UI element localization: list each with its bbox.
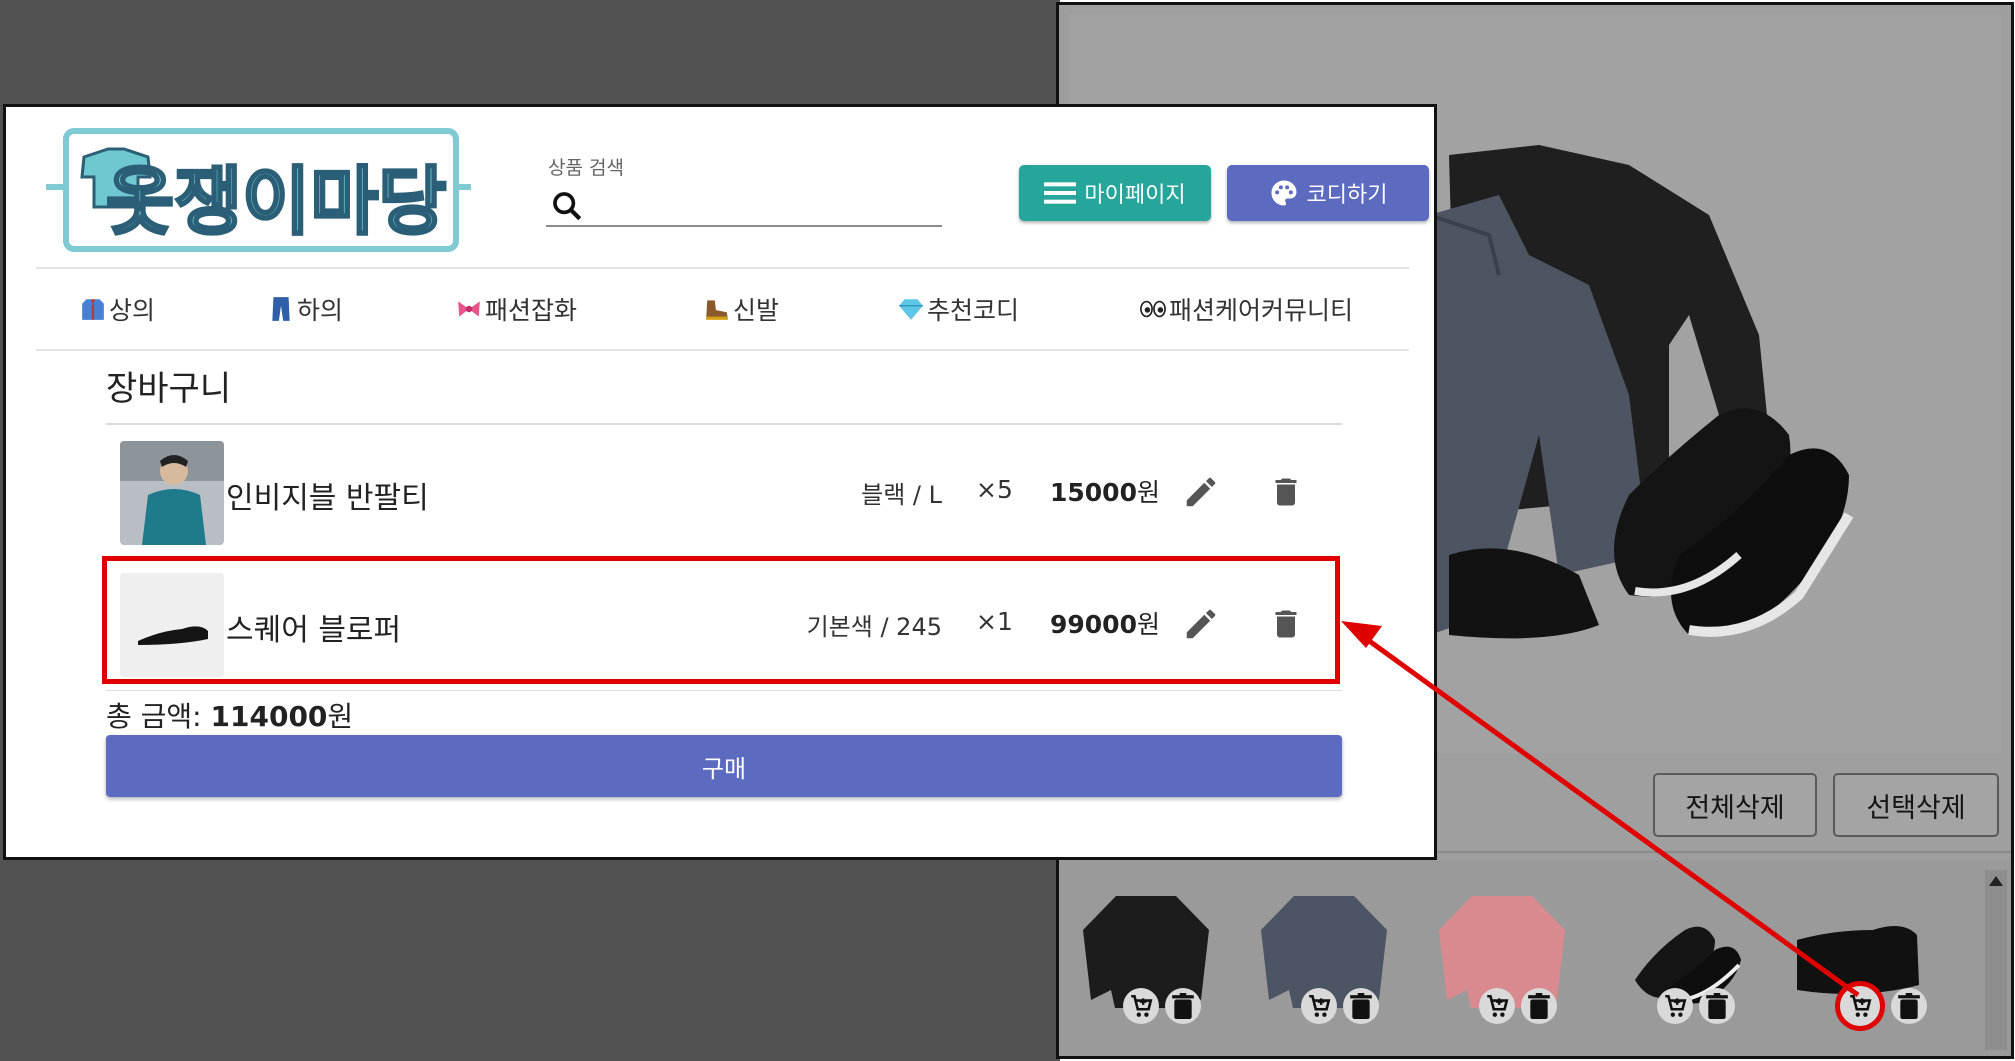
- delete-selected-button[interactable]: 선택삭제: [1833, 773, 1999, 837]
- coordi-label: 코디하기: [1306, 183, 1388, 208]
- cart-row: 인비지블 반팔티 블랙 / L ×5 15000원: [106, 429, 1342, 559]
- shirt-icon: [82, 299, 104, 320]
- total-value: 114000: [210, 700, 328, 733]
- buy-button[interactable]: 구매: [106, 735, 1342, 797]
- add-to-cart-icon[interactable]: [1835, 981, 1885, 1031]
- eyes-icon: [1140, 300, 1166, 318]
- thumb-black-sneakers[interactable]: [1605, 890, 1755, 1030]
- site-logo[interactable]: 옷쟁이마당: [46, 127, 471, 254]
- coordi-item-strip: [1059, 860, 2011, 1056]
- search-icon: [553, 192, 582, 221]
- total-label: 총 금액:: [106, 700, 211, 733]
- search-field[interactable]: [546, 185, 942, 227]
- search-label: 상품 검색: [548, 157, 624, 179]
- ribbon-icon: [458, 301, 480, 317]
- delete-icon[interactable]: [1891, 988, 1927, 1024]
- site-header: 옷쟁이마당 상품 검색 마이페이지 코디하기: [6, 107, 1434, 267]
- nav-item-recommended[interactable]: 추천코디: [898, 291, 1019, 327]
- add-to-cart-icon[interactable]: [1657, 988, 1693, 1024]
- delete-icon[interactable]: [1521, 988, 1557, 1024]
- thumb-pink-sweatshirt[interactable]: [1427, 890, 1577, 1030]
- nav-item-accessories[interactable]: 패션잡화: [456, 291, 577, 327]
- logo-image: 옷쟁이마당: [46, 128, 471, 252]
- delete-all-button[interactable]: 전체삭제: [1653, 773, 1817, 837]
- product-price: 15000원: [1050, 473, 1160, 509]
- delete-icon[interactable]: [1268, 473, 1304, 515]
- product-quantity: ×5: [976, 475, 1013, 504]
- nav-label: 상의: [109, 296, 156, 325]
- nav-label: 하의: [297, 296, 344, 325]
- svg-text:옷쟁이마당: 옷쟁이마당: [106, 159, 446, 245]
- product-thumbnail[interactable]: [120, 441, 224, 545]
- edit-icon[interactable]: [1182, 473, 1220, 515]
- nav-item-shoes[interactable]: 신발: [704, 291, 779, 327]
- mypage-label: 마이페이지: [1084, 183, 1186, 208]
- total-amount: 총 금액: 114000원: [106, 695, 353, 735]
- add-to-cart-icon[interactable]: [1479, 988, 1515, 1024]
- gem-icon: [899, 299, 923, 320]
- nav-item-bottoms[interactable]: 하의: [268, 291, 343, 327]
- highlight-box: [102, 556, 1340, 684]
- cart-page-window: 옷쟁이마당 상품 검색 마이페이지 코디하기 상의 하의 패션잡화 신발 추천코…: [3, 104, 1437, 860]
- strip-scrollbar[interactable]: [1985, 870, 2007, 1050]
- jeans-icon: [272, 297, 290, 321]
- nav-item-community[interactable]: 패션케어커뮤니티: [1140, 291, 1353, 327]
- thumb-navy-sweatshirt[interactable]: [1249, 890, 1399, 1030]
- product-option: 블랙 / L: [861, 481, 942, 509]
- add-to-cart-icon[interactable]: [1123, 988, 1159, 1024]
- total-unit: 원: [327, 700, 354, 733]
- price-unit: 원: [1136, 478, 1160, 507]
- delete-icon[interactable]: [1165, 988, 1201, 1024]
- cart-title: 장바구니: [106, 369, 232, 409]
- coordi-button[interactable]: 코디하기: [1227, 165, 1429, 221]
- add-to-cart-icon[interactable]: [1301, 988, 1337, 1024]
- delete-icon[interactable]: [1699, 988, 1735, 1024]
- boot-icon: [706, 300, 728, 320]
- product-image: [120, 441, 224, 545]
- nav-item-tops[interactable]: 상의: [80, 291, 155, 327]
- delete-icon[interactable]: [1343, 988, 1379, 1024]
- nav-label: 패션잡화: [485, 296, 578, 325]
- mypage-button[interactable]: 마이페이지: [1019, 165, 1211, 221]
- product-name: 인비지블 반팔티: [226, 481, 429, 516]
- divider: [106, 423, 1342, 425]
- nav-label: 신발: [733, 296, 780, 325]
- category-nav: 상의 하의 패션잡화 신발 추천코디 패션케어커뮤니티: [36, 267, 1409, 351]
- nav-label: 패션케어커뮤니티: [1169, 296, 1354, 325]
- menu-icon: [1044, 182, 1077, 204]
- search-input[interactable]: [594, 185, 934, 225]
- price-value: 15000: [1050, 478, 1137, 507]
- palette-icon: [1271, 180, 1297, 206]
- thumb-black-loafer[interactable]: [1783, 890, 1933, 1031]
- nav-label: 추천코디: [927, 296, 1020, 325]
- thumb-black-sweatshirt[interactable]: [1071, 890, 1221, 1030]
